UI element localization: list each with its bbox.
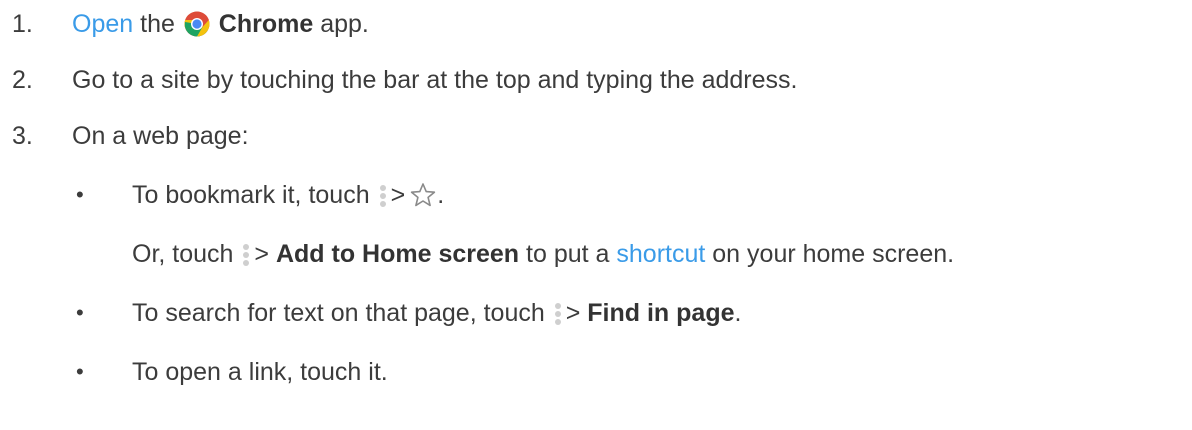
bullet-end: . [734, 299, 742, 327]
bullet-prefix: To search for text on that page, touch [132, 299, 545, 327]
shortcut-link[interactable]: shortcut [616, 240, 705, 268]
app-name: Chrome [218, 10, 314, 38]
bullet-end: . [437, 181, 445, 209]
step-text: On a web page: [72, 122, 249, 150]
bullet-text: Or, touch > Add to Home screen to put a … [132, 234, 954, 274]
more-vert-icon [241, 240, 251, 266]
open-link[interactable]: Open [72, 10, 133, 38]
bullet-mid: to put a [526, 240, 610, 268]
bullet-text: To search for text on that page, touch >… [132, 293, 741, 333]
menu-option: Add to Home screen [275, 240, 520, 268]
step-number: 3. [12, 122, 33, 150]
step-text: Go to a site by touching the bar at the … [72, 66, 798, 94]
separator: > [390, 181, 406, 209]
bullet-text: To bookmark it, touch >. [132, 175, 444, 215]
bullet-end: on your home screen. [712, 240, 955, 268]
separator: > [254, 240, 270, 268]
bullet-marker: • [76, 359, 84, 384]
more-vert-icon [378, 181, 388, 207]
bullet-marker: • [76, 182, 84, 207]
more-vert-icon [553, 299, 563, 325]
bullet-prefix: Or, touch [132, 240, 234, 268]
bullet-text: To open a link, touch it. [132, 358, 388, 386]
step-number: 1. [12, 10, 33, 38]
chrome-icon [184, 9, 210, 37]
word-the: the [140, 10, 175, 38]
separator: > [565, 299, 581, 327]
menu-option: Find in page [587, 299, 735, 327]
bullet-prefix: To bookmark it, touch [132, 181, 370, 209]
step-number: 2. [12, 66, 33, 94]
step-suffix: app. [320, 10, 369, 38]
step-text: Open the Chrome app. [72, 4, 369, 44]
bullet-marker: • [76, 300, 84, 325]
star-outline-icon [409, 181, 437, 209]
